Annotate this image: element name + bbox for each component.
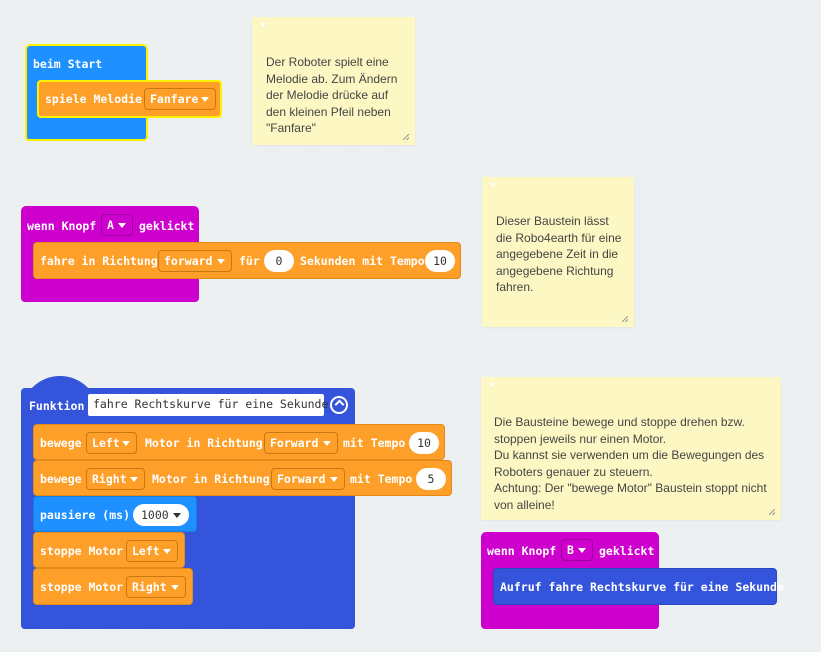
motor-dropdown-value: Right — [92, 472, 127, 486]
on-button-suffix: geklickt — [599, 544, 655, 558]
speed-label: mit Tempo — [350, 472, 413, 486]
function-label: Funktion — [29, 399, 85, 413]
pause-duration-dropdown[interactable]: 1000 — [133, 504, 189, 526]
chevron-down-icon — [323, 441, 331, 446]
motor-direction-label: Motor in Richtung — [145, 436, 263, 450]
call-function-block[interactable]: Aufruf fahre Rechtskurve für eine Sekund… — [493, 568, 784, 605]
drive-label: fahre in Richtung — [40, 254, 158, 268]
motor-direction-label: Motor in Richtung — [152, 472, 270, 486]
function-name-value: fahre Rechtskurve für eine Sekunde — [93, 397, 329, 411]
chevron-down-icon — [163, 549, 171, 554]
move-motor-right-block[interactable]: bewege Right Motor in Richtung Forward m… — [33, 460, 452, 496]
pause-duration-value: 1000 — [141, 508, 169, 522]
comment-note-drive[interactable]: Dieser Baustein lässt die Robo4earth für… — [482, 177, 634, 327]
chevron-down-icon — [578, 548, 586, 553]
chevron-down-icon — [330, 477, 338, 482]
motor-direction-dropdown-value: Forward — [277, 472, 326, 486]
comment-note-motors[interactable]: Die Bausteine bewege und stoppe drehen b… — [481, 377, 781, 520]
motor-dropdown-value: Right — [132, 580, 167, 594]
pause-label: pausiere (ms) — [40, 508, 131, 522]
button-dropdown[interactable]: A — [101, 214, 133, 236]
resize-handle-icon[interactable] — [622, 316, 628, 322]
speed-label: mit Tempo — [343, 436, 406, 450]
stop-motor-label: stoppe Motor — [40, 580, 124, 594]
direction-dropdown-value: forward — [164, 254, 213, 268]
comment-text[interactable]: Dieser Baustein lässt die Robo4earth für… — [496, 213, 621, 296]
chevron-down-icon — [130, 477, 138, 482]
comment-note-melody[interactable]: Der Roboter spielt eine Melodie ab. Zum … — [252, 17, 415, 145]
collapse-chevron-icon[interactable] — [260, 23, 266, 27]
motor-direction-dropdown[interactable]: Forward — [264, 432, 338, 454]
chevron-up-icon — [334, 399, 345, 410]
chevron-down-icon — [173, 513, 181, 518]
speed-input[interactable]: 10 — [425, 250, 455, 272]
melody-dropdown-value: Fanfare — [150, 92, 199, 106]
motor-direction-dropdown[interactable]: Forward — [271, 468, 345, 490]
resize-handle-icon[interactable] — [403, 134, 409, 140]
chevron-down-icon — [122, 441, 130, 446]
stop-motor-left-block[interactable]: stoppe Motor Left — [33, 532, 185, 568]
motor-dropdown-value: Left — [132, 544, 160, 558]
move-label: bewege — [40, 472, 82, 486]
seconds-label: Sekunden mit Tempo — [300, 254, 425, 268]
on-button-suffix: geklickt — [139, 219, 195, 233]
motor-dropdown[interactable]: Right — [86, 468, 145, 490]
pause-block[interactable]: pausiere (ms) 1000 — [33, 496, 197, 532]
comment-text[interactable]: Die Bausteine bewege und stoppe drehen b… — [494, 414, 767, 513]
for-label: für — [239, 254, 260, 268]
on-button-prefix: wenn Knopf — [27, 219, 97, 233]
stop-motor-label: stoppe Motor — [40, 544, 124, 558]
on-start-label: beim Start — [33, 57, 103, 71]
chevron-down-icon — [171, 585, 179, 590]
motor-direction-dropdown-value: Forward — [270, 436, 319, 450]
comment-text[interactable]: Der Roboter spielt eine Melodie ab. Zum … — [266, 54, 397, 137]
motor-dropdown[interactable]: Left — [86, 432, 137, 454]
collapse-chevron-icon[interactable] — [489, 383, 495, 387]
button-dropdown[interactable]: B — [561, 539, 593, 561]
drive-direction-block[interactable]: fahre in Richtung forward für 0 Sekunden… — [33, 242, 461, 279]
speed-input[interactable]: 10 — [409, 432, 439, 454]
play-melody-block[interactable]: spiele Melodie Fanfare — [37, 80, 222, 118]
button-dropdown-value: B — [567, 543, 574, 557]
function-footer — [21, 604, 355, 629]
resize-handle-icon[interactable] — [769, 509, 775, 515]
play-melody-label: spiele Melodie — [45, 92, 142, 106]
chevron-down-icon — [201, 97, 209, 102]
button-dropdown-value: A — [107, 218, 114, 232]
speed-input[interactable]: 5 — [416, 468, 446, 490]
move-motor-left-block[interactable]: bewege Left Motor in Richtung Forward mi… — [33, 424, 445, 460]
call-function-label: Aufruf fahre Rechtskurve für eine Sekund… — [500, 580, 784, 594]
stop-motor-right-block[interactable]: stoppe Motor Right — [33, 568, 193, 605]
motor-dropdown-value: Left — [92, 436, 120, 450]
collapse-function-button[interactable] — [330, 396, 348, 414]
move-label: bewege — [40, 436, 82, 450]
direction-dropdown[interactable]: forward — [158, 250, 232, 272]
seconds-input[interactable]: 0 — [264, 250, 294, 272]
collapse-chevron-icon[interactable] — [490, 183, 496, 187]
function-name-input[interactable]: fahre Rechtskurve für eine Sekunde — [88, 394, 328, 416]
chevron-down-icon — [217, 259, 225, 264]
function-left-bar — [21, 420, 33, 610]
chevron-down-icon — [118, 223, 126, 228]
motor-dropdown[interactable]: Left — [126, 540, 178, 562]
melody-dropdown[interactable]: Fanfare — [144, 88, 216, 110]
motor-dropdown[interactable]: Right — [126, 576, 186, 598]
on-button-prefix: wenn Knopf — [487, 544, 557, 558]
